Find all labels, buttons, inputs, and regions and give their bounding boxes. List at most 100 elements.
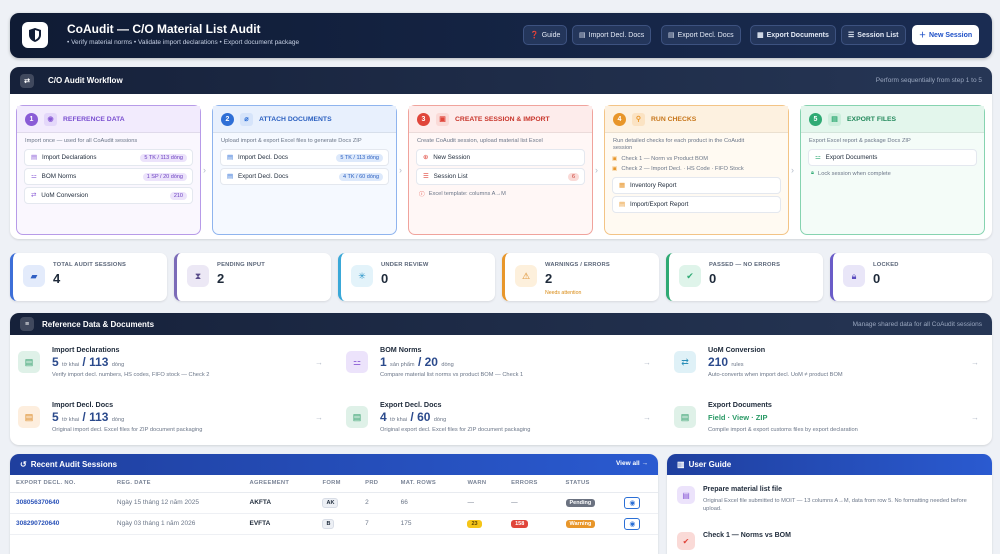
reference-data-panel: ≡ Reference Data & Documents Manage shar… <box>10 313 992 445</box>
count-badge: 5 TK / 113 dòng <box>140 153 187 162</box>
sitemap-icon: ⚍ <box>815 154 821 161</box>
check-icon: ▣ <box>612 156 618 162</box>
session-id-link[interactable]: 308056370640 <box>10 492 111 514</box>
file-icon: ▤ <box>227 154 233 161</box>
check-2-label: Check 2 — Import Decl. · HS Code · FIFO … <box>621 166 744 172</box>
session-id-link[interactable]: 308290720640 <box>10 513 111 535</box>
workflow-step-5: 5 ▤ EXPORT FILES Export Excel report & pac… <box>800 105 985 235</box>
info-icon: ⓘ <box>419 192 425 198</box>
sessions-table: EXPORT DECL. NO. REG. DATE AGREEMENT FOR… <box>10 475 658 554</box>
check-icon: ▣ <box>612 166 618 172</box>
workflow-step-1: 1 ◉ REFERENCE DATA Import once — used for … <box>16 105 201 235</box>
inventory-report-item[interactable]: ▦ Inventory Report <box>612 177 781 194</box>
step-number: 2 <box>221 112 234 126</box>
arrow-right-icon: → <box>643 358 651 367</box>
step-number: 3 <box>417 112 430 126</box>
file-icon: ▤ <box>227 173 233 180</box>
step-title: RUN CHECKS <box>651 115 697 123</box>
import-declarations-item[interactable]: ▤ Import Declarations 5 TK / 113 dòng <box>24 149 193 166</box>
count-badge: 5 TK / 113 dòng <box>336 153 383 162</box>
sitemap-icon: ⚍ <box>31 173 37 180</box>
import-decl-docs-button[interactable]: ▤ Import Decl. Docs <box>572 25 652 45</box>
check-1-label: Check 1 — Norm vs Product BOM <box>621 156 708 162</box>
chevron-right-icon: › <box>791 165 794 175</box>
new-session-button[interactable]: ＋ New Session <box>912 25 980 45</box>
new-session-item[interactable]: ⊕ New Session <box>416 149 585 166</box>
warn-count-badge: 23 <box>467 519 482 528</box>
list-icon: ☰ <box>848 32 855 39</box>
count-badge: 4 TK / 60 dòng <box>339 172 383 181</box>
guide-button[interactable]: ❓ Guide <box>523 25 568 45</box>
export-documents-button[interactable]: ▦ Export Documents <box>750 25 836 45</box>
lock-icon: 🔒︎ <box>811 170 815 176</box>
session-list-button[interactable]: ☰ Session List <box>841 25 906 45</box>
step-description: Import once — used for all CoAudit sessi… <box>25 138 138 144</box>
step-number: 5 <box>809 112 822 126</box>
recent-sessions-panel: ↺ Recent Audit Sessions View all → EXPOR… <box>10 454 658 554</box>
file-icon: ▤ <box>31 154 37 161</box>
step-title: CREATE SESSION & IMPORT <box>455 115 550 123</box>
export-documents-item[interactable]: ⚍ Export Documents <box>808 149 977 166</box>
ref-card-uom-conversion[interactable]: ⇄ UoM Conversion 210 rules Auto-converts… <box>666 340 991 394</box>
file-excel-icon: ▤ <box>18 351 40 373</box>
warning-icon: ⚠ <box>515 265 537 287</box>
app-subtitle: • Verify material norms • Validate impor… <box>67 39 300 46</box>
ref-card-import-declarations[interactable]: ▤ Import Declarations 5 tờ khai / 113 dò… <box>10 340 335 394</box>
ref-card-export-decl-docs[interactable]: ▤ Export Decl. Docs 4 tờ khai / 60 dòng … <box>338 395 663 445</box>
table-row[interactable]: 308056370640 Ngày 15 tháng 12 năm 2025 A… <box>10 492 658 514</box>
step-number: 1 <box>25 112 38 126</box>
history-icon: ↺ <box>20 460 27 469</box>
session-list-item[interactable]: ☰ Session List 6 <box>416 168 585 185</box>
view-eye-icon[interactable]: ◉ <box>624 496 641 509</box>
status-badge: Warning <box>565 519 596 528</box>
stat-warnings-errors: ⚠ WARNINGS / ERRORS 2 Needs attention <box>502 253 659 301</box>
report-icon: ▤ <box>619 201 625 208</box>
recent-sessions-header: ↺ Recent Audit Sessions View all → <box>10 454 658 475</box>
folder-open-icon: ▰ <box>23 265 45 287</box>
workflow-step-2: 2 ⌀ ATTACH DOCUMENTS Upload import & expor… <box>212 105 397 235</box>
spinner-icon: ✳ <box>351 265 373 287</box>
book-icon: ▥ <box>677 460 685 469</box>
lock-icon: 🔒︎ <box>843 265 865 287</box>
arrow-right-icon: → <box>643 413 651 422</box>
step-number: 4 <box>613 112 626 126</box>
list-icon: ☰ <box>423 173 429 180</box>
paperclip-icon: ⌀ <box>240 112 253 126</box>
ref-card-import-decl-docs[interactable]: ▤ Import Decl. Docs 5 tờ khai / 113 dòng… <box>10 395 335 445</box>
uom-conversion-item[interactable]: ⇄ UoM Conversion 210 <box>24 187 193 204</box>
stat-under-review: ✳ UNDER REVIEW 0 <box>338 253 495 301</box>
step-title: REFERENCE DATA <box>63 115 125 123</box>
view-eye-icon[interactable]: ◉ <box>624 517 641 530</box>
export-decl-docs-item[interactable]: ▤ Export Decl. Docs 4 TK / 60 dòng <box>220 168 389 185</box>
shield-logo-icon <box>22 22 48 48</box>
step-note: Lock session when complete <box>818 170 891 177</box>
table-row <box>10 534 658 554</box>
step-description-cont: session <box>613 145 633 151</box>
table-row[interactable]: 308290720640 Ngày 03 tháng 1 năm 2026 EV… <box>10 513 658 535</box>
import-export-report-item[interactable]: ▤ Import/Export Report <box>612 196 781 213</box>
ref-card-bom-norms[interactable]: ⚍ BOM Norms 1 sản phẩm / 20 dòng Compare… <box>338 340 663 394</box>
import-decl-docs-item[interactable]: ▤ Import Decl. Docs 5 TK / 113 dòng <box>220 149 389 166</box>
file-excel-icon: ▣ <box>436 112 449 126</box>
form-badge: AK <box>322 497 339 508</box>
stat-total-sessions: ▰ TOTAL AUDIT SESSIONS 4 <box>10 253 167 301</box>
view-all-link[interactable]: View all → <box>616 460 648 467</box>
file-icon: ▤ <box>18 406 40 428</box>
reference-header: ≡ Reference Data & Documents Manage shar… <box>10 313 992 335</box>
arrow-right-icon: → <box>315 413 323 422</box>
chevron-right-icon: › <box>203 165 206 175</box>
plus-circle-icon: ⊕ <box>423 154 429 161</box>
ref-card-export-documents[interactable]: ▤ Export Documents Field · View · ZIP Co… <box>666 395 991 445</box>
app-title: CoAudit — C/O Material List Audit <box>67 22 261 36</box>
bom-norms-item[interactable]: ⚍ BOM Norms 1 SP / 20 dòng <box>24 168 193 185</box>
export-decl-docs-button[interactable]: ▤ Export Decl. Docs <box>661 25 741 45</box>
status-badge: Pending <box>565 498 596 507</box>
boxes-icon: ▦ <box>619 182 625 189</box>
user-guide-header: ▥ User Guide <box>667 454 992 475</box>
stat-locked: 🔒︎ LOCKED 0 <box>830 253 992 301</box>
route-icon: ⇄ <box>20 73 34 88</box>
chevron-right-icon: › <box>595 165 598 175</box>
sitemap-icon: ⚍ <box>346 351 368 373</box>
check-circle-icon: ✔ <box>677 532 695 550</box>
folder-icon: ▦ <box>757 32 764 39</box>
